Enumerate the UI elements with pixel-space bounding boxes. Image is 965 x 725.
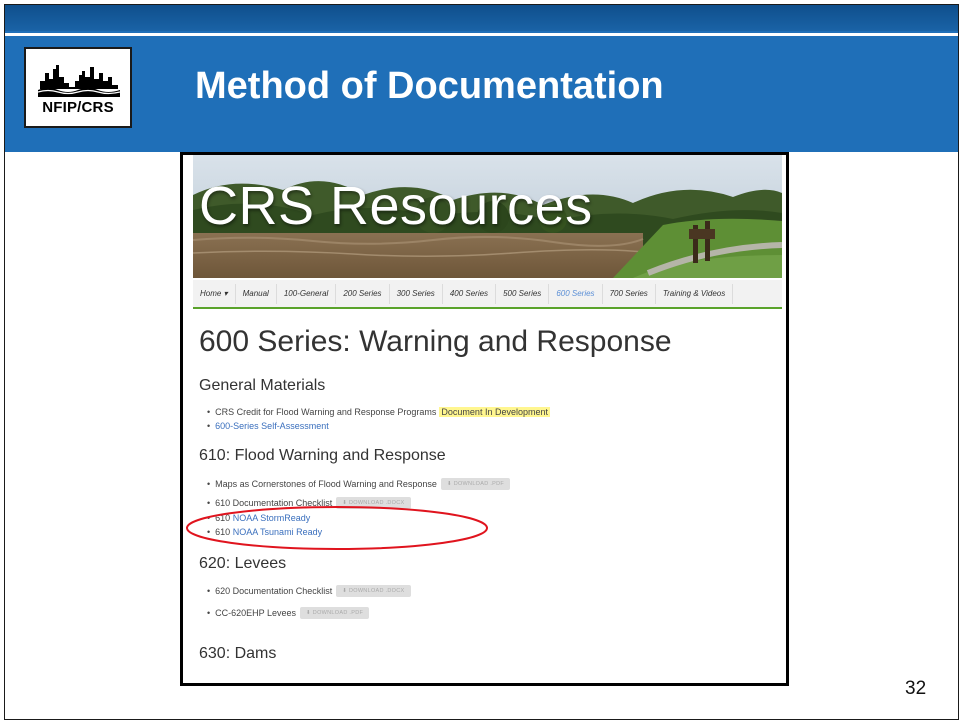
slide-title: Method of Documentation	[195, 65, 664, 107]
section-heading-630: 630: Dams	[199, 645, 277, 662]
logo-text: NFIP/CRS	[42, 99, 114, 116]
nfip-crs-logo: NFIP/CRS	[24, 47, 132, 128]
page-number: 32	[905, 678, 927, 699]
list-item: • 600-Series Self-Assessment	[207, 421, 329, 431]
section-heading-620: 620: Levees	[199, 555, 287, 572]
download-docx-button[interactable]: ⬇ DOWNLOAD .DOCX	[336, 585, 411, 597]
list-item: • CRS Credit for Flood Warning and Respo…	[207, 407, 550, 417]
nav-item-600-series[interactable]: 600 Series	[549, 283, 603, 304]
nav-item-700-series[interactable]: 700 Series	[603, 283, 656, 304]
section-heading-610: 610: Flood Warning and Response	[199, 447, 446, 464]
section-heading-general: General Materials	[199, 377, 326, 394]
download-pdf-button[interactable]: ⬇ DOWNLOAD .PDF	[300, 607, 370, 619]
status-badge: Document In Development	[439, 407, 550, 417]
download-pdf-button[interactable]: ⬇ DOWNLOAD .PDF	[440, 478, 511, 490]
nav-item-home[interactable]: Home ▾	[193, 283, 236, 304]
item-text: CC-620EHP Levees	[215, 608, 297, 618]
header-top-bar	[5, 5, 958, 31]
nav-item-200-series[interactable]: 200 Series	[336, 283, 390, 304]
banner-title: CRS Resources	[199, 176, 593, 236]
nav-item-500-series[interactable]: 500 Series	[496, 283, 550, 304]
item-text: Maps as Cornerstones of Flood Warning an…	[215, 479, 437, 489]
list-item: • 620 Documentation Checklist ⬇ DOWNLOAD…	[207, 585, 411, 597]
nav-item-training-videos[interactable]: Training & Videos	[656, 283, 734, 304]
header-divider	[5, 33, 958, 36]
page-heading: 600 Series: Warning and Response	[199, 325, 672, 358]
nav-item-100-general[interactable]: 100-General	[277, 283, 337, 304]
site-nav-bar: Home ▾ Manual 100-General 200 Series 300…	[193, 280, 782, 309]
item-text: CRS Credit for Flood Warning and Respons…	[215, 407, 437, 417]
slide: NFIP/CRS Method of Documentation CRS Res…	[4, 4, 959, 720]
nav-item-300-series[interactable]: 300 Series	[390, 283, 443, 304]
list-item: • CC-620EHP Levees ⬇ DOWNLOAD .PDF	[207, 607, 370, 619]
slide-header: NFIP/CRS Method of Documentation	[5, 5, 958, 152]
item-text: 620 Documentation Checklist	[215, 586, 333, 596]
highlight-ellipse	[186, 506, 488, 550]
city-skyline-icon	[38, 65, 120, 97]
self-assessment-link[interactable]: 600-Series Self-Assessment	[215, 421, 329, 431]
site-banner: CRS Resources	[193, 155, 782, 278]
website-screenshot: CRS Resources Home ▾ Manual 100-General …	[180, 152, 789, 686]
list-item: • Maps as Cornerstones of Flood Warning …	[207, 478, 511, 490]
nav-item-400-series[interactable]: 400 Series	[443, 283, 497, 304]
nav-item-manual[interactable]: Manual	[236, 283, 277, 304]
